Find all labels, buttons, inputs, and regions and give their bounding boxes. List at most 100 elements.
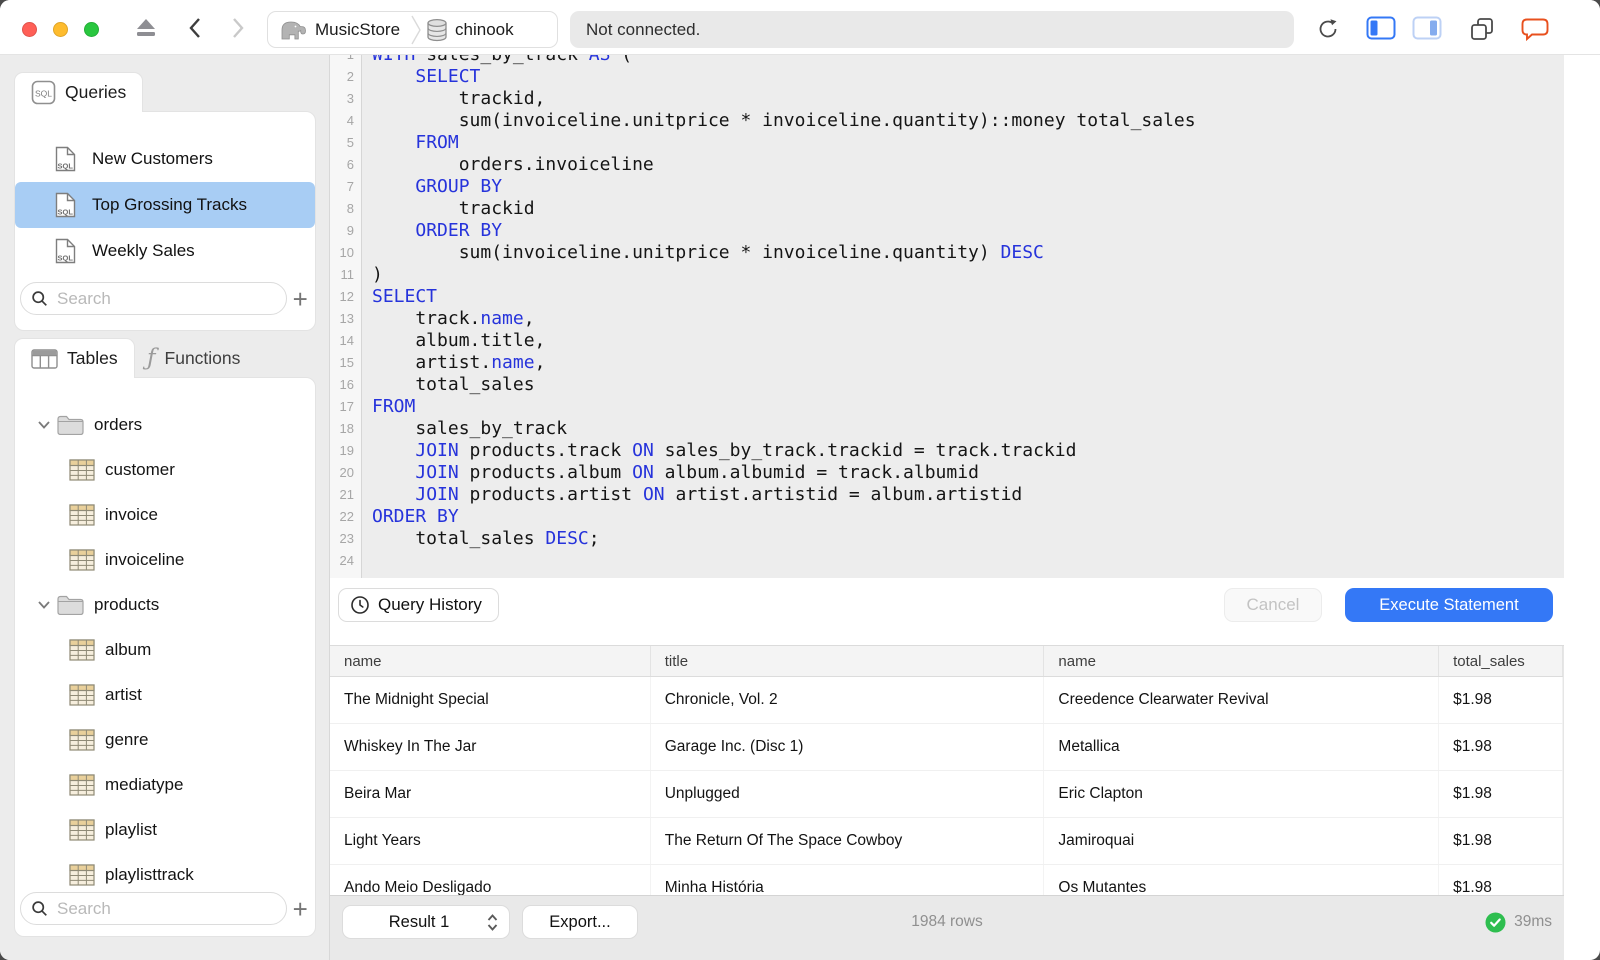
code-line[interactable] [372, 550, 1196, 572]
code-line[interactable]: sum(invoiceline.unitprice * invoiceline.… [372, 242, 1196, 264]
tree-item-playlist[interactable]: playlist [15, 807, 315, 852]
tab-functions[interactable]: ƒ Functions [133, 338, 254, 378]
column-header-total_sales[interactable]: total_sales [1439, 646, 1563, 676]
table-row[interactable]: Beira Mar Unplugged Eric Clapton $1.98 [330, 771, 1563, 818]
tree-item-invoiceline[interactable]: invoiceline [15, 537, 315, 582]
code-line[interactable]: JOIN products.album ON album.albumid = t… [372, 462, 1196, 484]
add-query-button[interactable]: + [289, 284, 313, 314]
column-header-name[interactable]: name [330, 646, 651, 676]
table-row[interactable]: Light Years The Return Of The Space Cowbo… [330, 818, 1563, 865]
refresh-button[interactable] [1315, 16, 1341, 42]
table-cell[interactable]: Light Years [330, 818, 651, 864]
code-line[interactable]: track.name, [372, 308, 1196, 330]
code-line[interactable]: WITH sales_by_track AS ( [372, 55, 1196, 66]
table-cell[interactable]: Os Mutantes [1044, 865, 1440, 895]
feedback-button[interactable] [1521, 17, 1549, 41]
add-table-button[interactable]: + [289, 894, 313, 924]
code-line[interactable]: album.title, [372, 330, 1196, 352]
query-history-button[interactable]: Query History [338, 588, 499, 622]
code-line[interactable]: ORDER BY [372, 506, 1196, 528]
code-line[interactable]: JOIN products.artist ON artist.artistid … [372, 484, 1196, 506]
table-cell[interactable]: Garage Inc. (Disc 1) [651, 724, 1045, 770]
query-search-input[interactable] [55, 287, 286, 310]
tree-item-products[interactable]: products [15, 582, 315, 627]
query-item[interactable]: SQL Weekly Sales [15, 228, 315, 274]
table-search-input[interactable] [55, 897, 286, 920]
table-cell[interactable]: $1.98 [1439, 677, 1563, 723]
table-cell[interactable]: Whiskey In The Jar [330, 724, 651, 770]
code-line[interactable]: ORDER BY [372, 220, 1196, 242]
sql-editor[interactable]: 123456789101112131415161718192021222324 … [330, 55, 1564, 578]
code-line[interactable]: SELECT [372, 286, 1196, 308]
code-line[interactable]: SELECT [372, 66, 1196, 88]
code-line[interactable]: sum(invoiceline.unitprice * invoiceline.… [372, 110, 1196, 132]
table-cell[interactable]: Creedence Clearwater Revival [1044, 677, 1440, 723]
tree-item-genre[interactable]: genre [15, 717, 315, 762]
query-search-field[interactable] [20, 282, 287, 315]
code-line[interactable]: trackid [372, 198, 1196, 220]
line-number: 18 [339, 421, 354, 436]
table-cell[interactable]: Ando Meio Desligado [330, 865, 651, 895]
code-line[interactable]: ) [372, 264, 1196, 286]
table-cell[interactable]: Eric Clapton [1044, 771, 1440, 817]
table-cell[interactable]: $1.98 [1439, 724, 1563, 770]
tab-tables-label: Tables [67, 348, 118, 368]
tab-queries[interactable]: SQL Queries [14, 72, 144, 112]
result-selector[interactable]: Result 1 [342, 905, 510, 939]
table-cell[interactable]: Unplugged [651, 771, 1045, 817]
back-button[interactable] [185, 15, 207, 41]
code-line[interactable]: trackid, [372, 88, 1196, 110]
database-crumb[interactable]: chinook [426, 18, 514, 42]
minimize-button[interactable] [53, 22, 68, 37]
table-row[interactable]: Ando Meio Desligado Minha História Os Muta… [330, 865, 1563, 895]
table-cell[interactable]: Jamiroquai [1044, 818, 1440, 864]
code-line[interactable]: artist.name, [372, 352, 1196, 374]
table-search-field[interactable] [20, 892, 287, 925]
windows-button[interactable] [1469, 16, 1495, 42]
toggle-left-sidebar-button[interactable] [1366, 15, 1396, 41]
chevron-down-icon[interactable] [37, 600, 51, 610]
code-line[interactable]: total_sales [372, 374, 1196, 396]
zoom-button[interactable] [84, 22, 99, 37]
tree-item-artist[interactable]: artist [15, 672, 315, 717]
tree-item-orders[interactable]: orders [15, 402, 315, 447]
code-line[interactable]: total_sales DESC; [372, 528, 1196, 550]
sql-code[interactable]: WITH sales_by_track AS ( SELECT trackid,… [361, 55, 1196, 572]
cancel-button[interactable]: Cancel [1224, 588, 1322, 622]
tab-tables[interactable]: Tables [14, 338, 135, 378]
table-cell[interactable]: The Return Of The Space Cowboy [651, 818, 1045, 864]
close-button[interactable] [22, 22, 37, 37]
execute-statement-button[interactable]: Execute Statement [1345, 588, 1553, 622]
forward-button[interactable] [226, 15, 248, 41]
table-cell[interactable]: $1.98 [1439, 818, 1563, 864]
export-button[interactable]: Export... [522, 905, 638, 939]
tree-item-invoice[interactable]: invoice [15, 492, 315, 537]
code-line[interactable]: GROUP BY [372, 176, 1196, 198]
code-line[interactable]: sales_by_track [372, 418, 1196, 440]
eject-button[interactable] [134, 16, 158, 40]
tree-item-customer[interactable]: customer [15, 447, 315, 492]
toggle-right-sidebar-button[interactable] [1412, 15, 1442, 41]
code-line[interactable]: JOIN products.track ON sales_by_track.tr… [372, 440, 1196, 462]
table-cell[interactable]: Metallica [1044, 724, 1440, 770]
tree-item-album[interactable]: album [15, 627, 315, 672]
code-line[interactable]: FROM [372, 132, 1196, 154]
table-row[interactable]: The Midnight Special Chronicle, Vol. 2 Cre… [330, 677, 1563, 724]
query-item[interactable]: SQL New Customers [15, 136, 315, 182]
tree-item-playlisttrack[interactable]: playlisttrack [15, 852, 315, 892]
tree-item-mediatype[interactable]: mediatype [15, 762, 315, 807]
query-item[interactable]: SQL Top Grossing Tracks [15, 182, 315, 228]
chevron-down-icon[interactable] [37, 420, 51, 430]
server-crumb[interactable]: MusicStore [278, 18, 400, 42]
code-line[interactable]: FROM [372, 396, 1196, 418]
table-cell[interactable]: Beira Mar [330, 771, 651, 817]
code-line[interactable]: orders.invoiceline [372, 154, 1196, 176]
table-cell[interactable]: The Midnight Special [330, 677, 651, 723]
table-cell[interactable]: Minha História [651, 865, 1045, 895]
table-cell[interactable]: Chronicle, Vol. 2 [651, 677, 1045, 723]
table-cell[interactable]: $1.98 [1439, 865, 1563, 895]
table-cell[interactable]: $1.98 [1439, 771, 1563, 817]
column-header-name[interactable]: name [1044, 646, 1440, 676]
table-row[interactable]: Whiskey In The Jar Garage Inc. (Disc 1) Me… [330, 724, 1563, 771]
column-header-title[interactable]: title [651, 646, 1045, 676]
